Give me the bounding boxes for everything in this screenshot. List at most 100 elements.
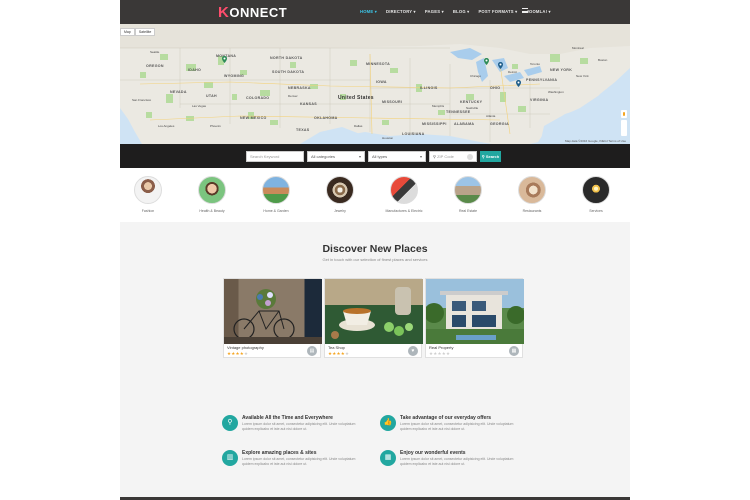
feature-item: ▦ Enjoy our wonderful events Lorem ipsum… xyxy=(380,450,530,474)
category-image xyxy=(582,176,610,204)
category-strip: Fashion Health & Beauty Home & Garden Je… xyxy=(120,168,630,222)
category-image xyxy=(326,176,354,204)
map-city-label: Washington xyxy=(548,90,564,94)
search-button[interactable]: ⚲ Search xyxy=(480,150,501,162)
category-manufactures-electric[interactable]: Manufactures & Electric xyxy=(379,176,429,213)
feature-description: Lorem ipsum dolor sit amet, consectetur … xyxy=(242,422,356,431)
nav-home[interactable]: HOME ▾ xyxy=(360,9,377,14)
chevron-down-icon: ▾ xyxy=(358,153,361,159)
site-header: KONNECT HOME ▾ DIRECTORY ▾ PAGES ▾ BLOG … xyxy=(120,0,630,24)
hamburger-menu-icon[interactable] xyxy=(522,8,528,13)
map-marker-icon[interactable] xyxy=(484,58,489,65)
map-state-label: TEXAS xyxy=(296,128,310,132)
map-state-label: GEORGIA xyxy=(490,122,510,126)
map-city-label: Dallas xyxy=(354,124,363,128)
house-illustration xyxy=(426,291,524,344)
nav-blog[interactable]: BLOG ▾ xyxy=(453,9,470,14)
map-attribution: Map data ©2016 Google, INEGI Terms of Us… xyxy=(564,139,626,143)
map-city-label: Detroit xyxy=(508,70,517,74)
map-city-label: Denver xyxy=(288,94,298,98)
map-city-label: Boston xyxy=(598,58,608,62)
feature-title: Explore amazing places & sites xyxy=(242,450,317,456)
map-zoom-control[interactable] xyxy=(621,120,627,136)
category-real-estate[interactable]: Real Estate xyxy=(443,176,493,213)
search-icon: ⚲ xyxy=(481,153,485,159)
map-state-label: IOWA xyxy=(376,80,387,84)
star-rating: ★★★★★ xyxy=(429,351,450,357)
feature-description: Lorem ipsum dolor sit amet, consectetur … xyxy=(400,457,514,466)
nav-post-formats[interactable]: POST FORMATS ▾ xyxy=(478,9,517,14)
map-state-label: UTAH xyxy=(206,94,217,98)
category-image xyxy=(198,176,226,204)
map-view[interactable]: Map Satellite United States NORTH DAKOTA… xyxy=(120,24,630,144)
map-country-label: United States xyxy=(338,95,374,101)
star-icon: ★ xyxy=(243,351,249,356)
map-city-label: Houston xyxy=(382,136,394,140)
category-image xyxy=(518,176,546,204)
building-icon[interactable]: ▦ xyxy=(509,346,519,356)
map-city-label: New York xyxy=(576,74,589,78)
nav-pages[interactable]: PAGES ▾ xyxy=(425,9,444,14)
map-state-label: OREGON xyxy=(146,64,164,68)
map-tab-map[interactable]: Map xyxy=(120,28,135,36)
street-view-pegman-icon[interactable] xyxy=(621,110,627,118)
map-state-label: NORTH DAKOTA xyxy=(270,56,303,60)
listing-name: Tea Shop xyxy=(328,345,345,350)
category-health-beauty[interactable]: Health & Beauty xyxy=(187,176,237,213)
feature-description: Lorem ipsum dolor sit amet, consectetur … xyxy=(242,457,356,466)
map-state-label: COLORADO xyxy=(246,96,270,100)
category-jewelry[interactable]: Jewelry xyxy=(315,176,365,213)
section-title: Discover New Places xyxy=(322,243,428,255)
map-state-label: NEBRASKA xyxy=(288,86,311,90)
feature-title: Take advantage of our everyday offers xyxy=(400,415,492,421)
category-image xyxy=(134,176,162,204)
nav-directory[interactable]: DIRECTORY ▾ xyxy=(386,9,416,14)
map-marker-icon[interactable] xyxy=(498,62,503,69)
search-bar: Search Keyword All categories ▾ All types… xyxy=(120,144,630,168)
bicycle-illustration xyxy=(224,289,322,344)
star-icon: ★ xyxy=(445,351,451,356)
listing-card[interactable]: Vintage photography ★★★★★ ▤ xyxy=(223,278,322,358)
listing-card[interactable]: Tea Shop ★★★★★ ♥ xyxy=(324,278,423,358)
search-keyword-input[interactable]: Search Keyword xyxy=(246,150,304,162)
map-marker-icon[interactable] xyxy=(222,56,227,63)
map-state-label: PENNSYLVANIA xyxy=(526,78,558,82)
heart-icon[interactable]: ♥ xyxy=(408,346,418,356)
briefcase-icon[interactable]: ▤ xyxy=(307,346,317,356)
map-state-label: ALABAMA xyxy=(454,122,475,126)
map-city-label: Memphis xyxy=(432,104,445,108)
feature-description: Lorem ipsum dolor sit amet, consectetur … xyxy=(400,422,514,431)
listing-image xyxy=(426,279,524,344)
map-state-label: VIRGINIA xyxy=(530,98,549,102)
page: KONNECT HOME ▾ DIRECTORY ▾ PAGES ▾ BLOG … xyxy=(120,0,630,500)
listing-card[interactable]: Real Property ★★★★★ ▦ xyxy=(425,278,524,358)
categories-select[interactable]: All categories ▾ xyxy=(307,150,365,162)
zip-code-input[interactable]: ⚲ ZIP Code xyxy=(429,150,477,162)
category-fashion[interactable]: Fashion xyxy=(123,176,173,213)
map-city-label: Atlanta xyxy=(486,114,496,118)
category-home-garden[interactable]: Home & Garden xyxy=(251,176,301,213)
map-city-label: Toronto xyxy=(530,62,541,66)
locate-me-icon[interactable] xyxy=(467,153,473,160)
map-state-label: MINNESOTA xyxy=(366,62,390,66)
thumbs-up-icon: 👍 xyxy=(380,415,396,431)
map-state-label: OHIO xyxy=(490,86,501,90)
feature-title: Available All the Time and Everywhere xyxy=(242,415,333,421)
map-tab-satellite[interactable]: Satellite xyxy=(134,28,156,36)
category-image xyxy=(454,176,482,204)
nav-joomla[interactable]: JOOMLA! ▾ xyxy=(526,9,550,14)
category-image xyxy=(262,176,290,204)
feature-item: 👍 Take advantage of our everyday offers … xyxy=(380,415,530,439)
map-state-label: NEW MEXICO xyxy=(240,116,267,120)
tea-illustration xyxy=(331,287,413,339)
feature-item: ▥ Explore amazing places & sites Lorem i… xyxy=(222,450,372,474)
map-marker-icon[interactable] xyxy=(516,80,521,87)
map-type-tabs: Map Satellite xyxy=(120,28,156,36)
map-state-label: SOUTH DAKOTA xyxy=(272,70,305,74)
listing-image xyxy=(325,279,423,344)
category-restaurants[interactable]: Restaurants xyxy=(507,176,557,213)
types-select[interactable]: All types ▾ xyxy=(368,150,426,162)
map-city-label: Phoenix xyxy=(210,124,221,128)
site-logo[interactable]: KONNECT xyxy=(218,4,287,21)
category-services[interactable]: Services xyxy=(571,176,621,213)
